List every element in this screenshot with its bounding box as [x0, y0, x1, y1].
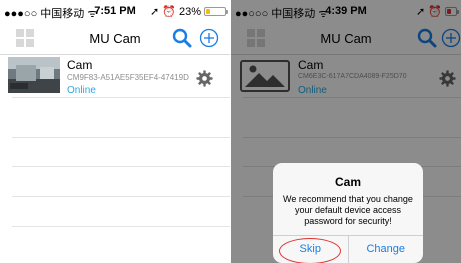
divider: [12, 137, 230, 138]
divider: [12, 97, 230, 98]
gear-icon[interactable]: [196, 70, 213, 87]
alert-actions: Skip Change: [273, 235, 423, 263]
battery-icon: [204, 7, 228, 16]
divider: [12, 196, 230, 197]
alert-title: Cam: [334, 175, 361, 189]
search-icon[interactable]: [172, 28, 192, 48]
divider: [12, 226, 230, 227]
camera-thumbnail: [8, 57, 60, 93]
annotation-circle: [279, 238, 341, 263]
alert-message: We recommend that you change your defaul…: [283, 194, 413, 226]
device-id: CM9F83-A51AE5F35EF4-47419D: [67, 73, 189, 82]
page-title: MU Cam: [89, 31, 141, 46]
nav-bar: MU Cam: [0, 22, 230, 55]
battery-level: [206, 9, 210, 14]
security-alert-dialog: Cam We recommend that you change your de…: [273, 163, 423, 263]
divider: [12, 166, 230, 167]
change-button[interactable]: Change: [347, 236, 424, 263]
status-right: ➚ ⏰ 23%: [149, 5, 228, 18]
device-name: Cam: [67, 58, 93, 72]
add-icon[interactable]: [199, 28, 219, 48]
status-bar: ●●●○○ 中国移动 ᯤ 7:51 PM ➚ ⏰ 23%: [0, 0, 230, 22]
change-label: Change: [366, 243, 406, 255]
device-row[interactable]: Cam CM9F83-A51AE5F35EF4-47419D Online: [0, 55, 230, 97]
status-indicators: ➚ ⏰ 23%: [149, 6, 201, 18]
left-screen: ●●●○○ 中国移动 ᯤ 7:51 PM ➚ ⏰ 23% MU Cam Cam: [0, 0, 230, 263]
skip-button[interactable]: Skip: [273, 236, 348, 263]
right-screen: ●●○○○ 中国移动 ᯤ 4:39 PM ➚ ⏰ MU Cam Cam CM6E…: [231, 0, 461, 263]
device-status: Online: [67, 85, 96, 96]
